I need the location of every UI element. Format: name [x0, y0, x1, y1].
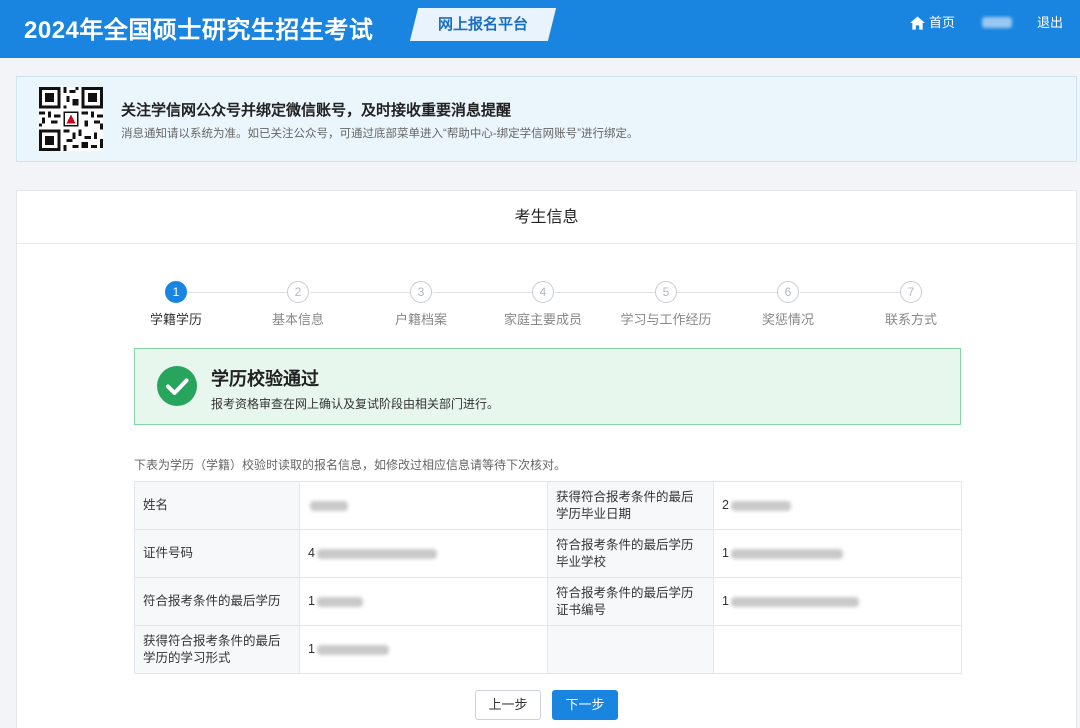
value-graduation-school: 1 — [713, 529, 962, 578]
redacted-value — [316, 596, 363, 607]
step-label: 联系方式 — [884, 312, 937, 327]
success-subtitle: 报考资格审查在网上确认及复试阶段由相关部门进行。 — [211, 397, 500, 411]
value-certificate-number: 1 — [713, 577, 962, 626]
step-number: 3 — [410, 281, 432, 303]
home-icon — [910, 16, 925, 30]
step-number: 7 — [900, 281, 922, 303]
verification-success-box: 学历校验通过 报考资格审查在网上确认及复试阶段由相关部门进行。 — [134, 348, 961, 425]
label-name: 姓名 — [134, 481, 300, 530]
table-row: 符合报考条件的最后学历 1 符合报考条件的最后学历证书编号 1 — [134, 577, 962, 626]
card-title: 考生信息 — [17, 191, 1076, 244]
site-title: 2024年全国硕士研究生招生考试 — [24, 17, 374, 44]
registration-info-table: 姓名 获得符合报考条件的最后学历毕业日期 2 证件号码 4 符合报考条件的最后学… — [134, 481, 962, 674]
step-number: 6 — [777, 281, 799, 303]
empty-label-cell — [547, 625, 714, 674]
step-label: 奖惩情况 — [761, 312, 814, 327]
value-name — [299, 481, 548, 530]
value-education-level: 1 — [299, 577, 548, 626]
step-label: 基本信息 — [271, 312, 324, 327]
value-start: 2 — [722, 498, 729, 513]
table-row: 姓名 获得符合报考条件的最后学历毕业日期 2 — [134, 481, 962, 530]
notice-title: 关注学信网公众号并绑定微信账号，及时接收重要消息提醒 — [121, 102, 512, 119]
value-id-number: 4 — [299, 529, 548, 578]
home-label: 首页 — [929, 15, 956, 30]
redacted-value — [310, 500, 348, 511]
table-row: 获得符合报考条件的最后学历的学习形式 1 — [134, 625, 962, 674]
candidate-info-card: 考生信息 1 学籍学历 2 基本信息 3 户籍档案 4 家庭主要成员 5 学习与… — [16, 190, 1077, 728]
step-number: 2 — [287, 281, 309, 303]
user-name-redacted[interactable] — [982, 17, 1012, 28]
redacted-value — [730, 500, 791, 511]
label-certificate-number: 符合报考条件的最后学历证书编号 — [547, 577, 714, 626]
redacted-value — [730, 548, 843, 559]
wechat-notice-banner: 关注学信网公众号并绑定微信账号，及时接收重要消息提醒 消息通知请以系统为准。如已… — [16, 76, 1077, 162]
redacted-value — [316, 644, 389, 655]
step-label: 家庭主要成员 — [503, 312, 582, 327]
empty-value-cell — [713, 625, 962, 674]
value-graduation-date: 2 — [713, 481, 962, 530]
step-number: 1 — [165, 281, 187, 303]
home-link[interactable]: 首页 — [910, 14, 955, 32]
step-label: 户籍档案 — [394, 312, 447, 327]
label-graduation-school: 符合报考条件的最后学历毕业学校 — [547, 529, 714, 578]
check-circle-icon — [157, 366, 197, 406]
value-start: 1 — [722, 594, 729, 609]
table-note: 下表为学历（学籍）校验时读取的报名信息，如修改过相应信息请等待下次核对。 — [134, 458, 567, 472]
label-study-mode: 获得符合报考条件的最后学历的学习形式 — [134, 625, 300, 674]
notice-subtitle: 消息通知请以系统为准。如已关注公众号，可通过底部菜单进入“帮助中心-绑定学信网账… — [121, 128, 639, 140]
top-header: 2024年全国硕士研究生招生考试 网上报名平台 首页 退出 — [0, 0, 1080, 58]
next-step-button[interactable]: 下一步 — [552, 690, 618, 720]
step-4-family-members[interactable]: 4 家庭主要成员 — [483, 281, 603, 328]
step-number: 5 — [655, 281, 677, 303]
value-start: 1 — [308, 594, 315, 609]
value-start: 1 — [722, 546, 729, 561]
label-education-level: 符合报考条件的最后学历 — [134, 577, 300, 626]
step-2-basic-info[interactable]: 2 基本信息 — [238, 281, 358, 328]
value-study-mode: 1 — [299, 625, 548, 674]
qr-code-icon — [39, 87, 103, 151]
success-title: 学历校验通过 — [211, 369, 319, 389]
label-graduation-date: 获得符合报考条件的最后学历毕业日期 — [547, 481, 714, 530]
logout-link[interactable]: 退出 — [1037, 14, 1063, 32]
label-id-number: 证件号码 — [134, 529, 300, 578]
redacted-value — [316, 548, 437, 559]
prev-step-button[interactable]: 上一步 — [475, 690, 541, 720]
table-row: 证件号码 4 符合报考条件的最后学历毕业学校 1 — [134, 529, 962, 578]
step-label: 学籍学历 — [149, 312, 202, 327]
step-1-education[interactable]: 1 学籍学历 — [116, 281, 236, 328]
value-start: 4 — [308, 546, 315, 561]
step-6-rewards-penalties[interactable]: 6 奖惩情况 — [728, 281, 848, 328]
value-start: 1 — [308, 642, 315, 657]
step-3-household-archive[interactable]: 3 户籍档案 — [361, 281, 481, 328]
step-7-contact[interactable]: 7 联系方式 — [851, 281, 971, 328]
platform-label: 网上报名平台 — [437, 16, 528, 33]
step-5-study-work-history[interactable]: 5 学习与工作经历 — [606, 281, 726, 328]
redacted-value — [730, 596, 859, 607]
step-label: 学习与工作经历 — [620, 312, 712, 327]
step-number: 4 — [532, 281, 554, 303]
